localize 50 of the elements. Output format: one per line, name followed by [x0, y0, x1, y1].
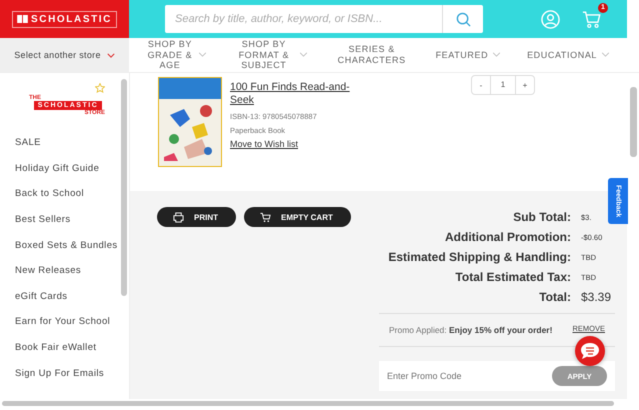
summary-label: Estimated Shipping & Handling:	[388, 250, 571, 264]
nav-menu-item[interactable]: SHOP BY FORMAT & SUBJECT	[232, 38, 308, 72]
sidebar-link[interactable]: Boxed Sets & Bundles	[15, 232, 121, 258]
chevron-icon	[492, 52, 502, 58]
sidebar-link[interactable]: Back to School	[15, 181, 121, 207]
quantity-stepper[interactable]: - 1 +	[471, 75, 535, 95]
quantity-value: 1	[490, 76, 516, 94]
promo-code-field[interactable]: Enter Promo Code	[385, 370, 552, 382]
summary-value: $3.39	[581, 290, 612, 304]
book-icon	[17, 15, 28, 23]
scholastic-logo[interactable]: SCHOLASTIC	[12, 10, 117, 28]
print-button[interactable]: PRINT	[157, 207, 236, 227]
printer-icon	[173, 212, 184, 222]
plus-button[interactable]: +	[516, 76, 534, 94]
nav-menu-item[interactable]: FEATURED	[436, 50, 502, 60]
product-title-link[interactable]: 100 Fun Finds Read-and-Seek	[230, 81, 355, 107]
minus-button[interactable]: -	[472, 76, 490, 94]
empty-cart-button[interactable]: EMPTY CART	[244, 207, 351, 227]
scrollbar-thumb[interactable]	[2, 401, 614, 406]
sidebar-link[interactable]: eGift Cards	[15, 284, 121, 310]
sidebar-link[interactable]: Holiday Gift Guide	[15, 156, 121, 182]
nav-menu-item[interactable]: SHOP BY GRADE & AGE	[146, 38, 207, 72]
sidebar-link[interactable]: Book Fair eWallet	[15, 334, 121, 360]
cart-icon[interactable]	[582, 10, 602, 28]
chevron-icon	[106, 52, 115, 58]
chevron-icon	[198, 52, 207, 58]
scrollbar-thumb[interactable]	[630, 87, 636, 157]
star-icon	[95, 83, 105, 93]
search-icon	[456, 12, 470, 26]
sidebar-link[interactable]: New Releases	[15, 258, 121, 284]
chevron-icon	[601, 52, 610, 58]
nav-menu-item[interactable]: EDUCATIONAL	[527, 50, 610, 60]
sidebar-link[interactable]: SALE	[15, 130, 121, 156]
promo-message: Promo Applied: Enjoy 15% off your order!	[389, 324, 554, 336]
summary-label: Sub Total:	[513, 210, 571, 224]
scrollbar-thumb[interactable]	[121, 79, 127, 296]
summary-label: Additional Promotion:	[445, 230, 571, 244]
chat-icon	[580, 342, 600, 360]
sidebar-link[interactable]: Sign Up For Emails	[15, 360, 121, 386]
sidebar-link[interactable]: Earn for Your School	[15, 309, 121, 335]
chevron-icon	[298, 52, 308, 58]
wishlist-link[interactable]: Move to Wish list	[230, 139, 355, 149]
nav-menu-item[interactable]: SERIES & CHARACTERS	[334, 44, 410, 66]
summary-label: Total Estimated Tax:	[455, 270, 571, 284]
store-select[interactable]: Select another store	[0, 38, 129, 72]
summary-label: Total:	[539, 290, 571, 304]
cart-icon	[260, 212, 271, 222]
sidebar-link[interactable]: Best Sellers	[15, 206, 121, 232]
account-icon[interactable]	[541, 10, 560, 28]
logo-text: SCHOLASTIC	[31, 14, 112, 24]
